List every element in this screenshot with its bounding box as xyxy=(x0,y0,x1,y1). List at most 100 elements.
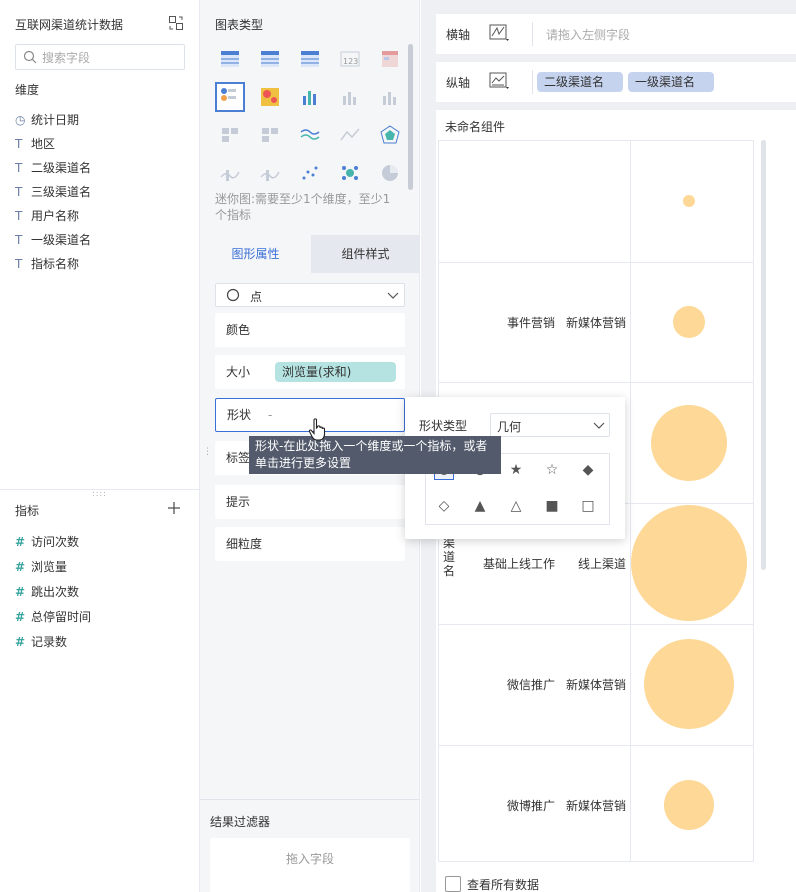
cluster-icon[interactable] xyxy=(339,162,361,184)
tab-component-style[interactable]: 组件样式 xyxy=(311,235,420,273)
filter-divider xyxy=(200,799,420,800)
outline-star-shape-icon[interactable]: ☆ xyxy=(542,460,562,480)
measure-field[interactable]: # 总停留时间 xyxy=(15,607,91,627)
outline-diamond-shape-icon[interactable]: ◇ xyxy=(434,496,454,516)
pie-icon[interactable] xyxy=(379,162,401,184)
granularity-property[interactable]: 细粒度 xyxy=(215,527,405,561)
chart-scrollbar[interactable] xyxy=(761,140,766,570)
row-divider xyxy=(439,382,753,384)
y-axis-shelf[interactable]: 纵轴 二级渠道名 一级渠道名 xyxy=(436,62,796,102)
bubble-mark[interactable] xyxy=(683,195,695,208)
dimension-field[interactable]: T 二级渠道名 xyxy=(15,158,91,178)
color-property[interactable]: 颜色 xyxy=(215,313,405,347)
row-divider xyxy=(439,261,753,263)
measure-field-label: 总停留时间 xyxy=(31,610,92,624)
level2-category-label: 微信推广 xyxy=(506,678,555,693)
bar-chart-icon[interactable] xyxy=(339,86,361,108)
filled-diamond-shape-icon[interactable]: ◆ xyxy=(578,460,598,480)
level2-category-label: 基础上线工作 xyxy=(482,557,555,572)
dimension-field-label: 指标名称 xyxy=(31,257,80,271)
measure-field-label: 记录数 xyxy=(31,635,68,649)
mark-type-value: 点 xyxy=(250,290,263,304)
multi-line-icon[interactable] xyxy=(299,124,321,146)
drag-handle-icon[interactable]: ⋮⋮ xyxy=(203,448,221,464)
chart-type-scrollbar[interactable] xyxy=(408,44,413,190)
column-chart-icon[interactable] xyxy=(379,86,401,108)
row-divider xyxy=(439,623,753,625)
field-search-input[interactable]: 搜索字段 xyxy=(15,44,185,70)
switch-dataset-icon[interactable] xyxy=(168,15,184,31)
dimension-field[interactable]: T 一级渠道名 xyxy=(15,230,91,250)
dimension-field-label: 地区 xyxy=(31,137,56,151)
color-table-icon[interactable] xyxy=(379,48,401,70)
shape-type-select[interactable]: 几何 xyxy=(490,413,610,437)
hand-cursor-icon xyxy=(308,418,328,442)
cross-table-icon[interactable] xyxy=(259,48,281,70)
dimension-field[interactable]: T 地区 xyxy=(15,134,55,154)
dimension-field-label: 一级渠道名 xyxy=(31,233,92,247)
y-field-pill-level2[interactable]: 二级渠道名 xyxy=(537,72,623,92)
chevron-down-icon xyxy=(593,419,605,431)
mark-type-select[interactable]: 点 xyxy=(215,283,405,307)
size-field-pill[interactable]: 浏览量(求和) xyxy=(275,362,396,382)
color-label: 颜色 xyxy=(226,323,251,337)
detail-table-icon[interactable] xyxy=(299,48,321,70)
chart-hint: 迷你图:需要至少1个维度，至少1个指标 xyxy=(215,192,391,222)
dimension-field-label: 二级渠道名 xyxy=(31,161,92,175)
shape-type-label: 形状类型 xyxy=(419,419,468,433)
size-property[interactable]: 大小 浏览量(求和) xyxy=(215,355,405,389)
dimension-field-label: 统计日期 xyxy=(31,113,80,127)
step-icon[interactable] xyxy=(259,124,281,146)
level1-category-label: 线上渠道 xyxy=(577,557,626,572)
x-axis-options-icon[interactable] xyxy=(489,23,511,43)
x-axis-shelf[interactable]: 横轴 请拖入左侧字段 xyxy=(436,14,796,54)
dimension-field[interactable]: T 用户名称 xyxy=(15,206,79,226)
filled-star-shape-icon[interactable]: ★ xyxy=(506,460,526,480)
scatter-icon[interactable] xyxy=(299,162,321,184)
kpi-card-icon[interactable]: 123 xyxy=(339,48,361,70)
resize-handle[interactable]: :::: xyxy=(92,490,106,498)
measure-field[interactable]: # 浏览量 xyxy=(15,557,67,577)
table-chart-icon[interactable] xyxy=(219,48,241,70)
outline-square-shape-icon[interactable]: □ xyxy=(578,496,598,516)
dimension-field[interactable]: T 指标名称 xyxy=(15,254,79,274)
shape-type-value: 几何 xyxy=(497,420,522,434)
measure-field-label: 访问次数 xyxy=(31,535,80,549)
heatmap-icon[interactable] xyxy=(259,86,281,108)
measure-field[interactable]: # 跳出次数 xyxy=(15,582,79,602)
view-all-checkbox[interactable] xyxy=(445,876,461,892)
y-axis-options-icon[interactable] xyxy=(489,71,511,91)
outline-triangle-shape-icon[interactable]: △ xyxy=(506,496,526,516)
dimension-field[interactable]: ◷ 统计日期 xyxy=(15,110,79,130)
rectangle-tree-icon[interactable] xyxy=(219,124,241,146)
wave-icon[interactable] xyxy=(219,162,241,184)
tooltip-property[interactable]: 提示 xyxy=(215,485,405,519)
filter-drop-zone[interactable]: 拖入字段 xyxy=(210,838,410,892)
bubble-mark[interactable] xyxy=(644,639,734,730)
bubble-mark[interactable] xyxy=(651,404,727,481)
column-light-icon[interactable] xyxy=(259,162,281,184)
y-field-pill-level1[interactable]: 一级渠道名 xyxy=(628,72,714,92)
measure-field[interactable]: # 记录数 xyxy=(15,632,67,652)
dimension-field[interactable]: T 三级渠道名 xyxy=(15,182,91,202)
measure-field[interactable]: # 访问次数 xyxy=(15,532,79,552)
radar-icon[interactable] xyxy=(379,124,401,146)
size-label: 大小 xyxy=(226,365,251,379)
area-line-icon[interactable] xyxy=(339,124,361,146)
level2-category-label: 微博推广 xyxy=(506,798,555,813)
dimension-field-label: 三级渠道名 xyxy=(31,185,92,199)
bubble-mark[interactable] xyxy=(631,505,747,622)
bubble-mark[interactable] xyxy=(664,779,714,830)
filled-square-shape-icon[interactable]: ■ xyxy=(542,496,562,516)
add-measure-icon[interactable] xyxy=(167,501,181,515)
tooltip-label: 提示 xyxy=(226,495,251,509)
tab-graphic-properties[interactable]: 图形属性 xyxy=(200,235,311,273)
label-label: 标签 xyxy=(226,451,251,465)
bubble-mark[interactable] xyxy=(673,306,705,339)
filled-triangle-shape-icon[interactable]: ▲ xyxy=(470,496,490,516)
bubble-grid-icon[interactable] xyxy=(215,82,245,112)
x-axis-label: 横轴 xyxy=(446,28,471,42)
search-placeholder: 搜索字段 xyxy=(42,51,91,65)
svg-text:123: 123 xyxy=(343,57,358,66)
stacked-bar-icon[interactable] xyxy=(299,86,321,108)
